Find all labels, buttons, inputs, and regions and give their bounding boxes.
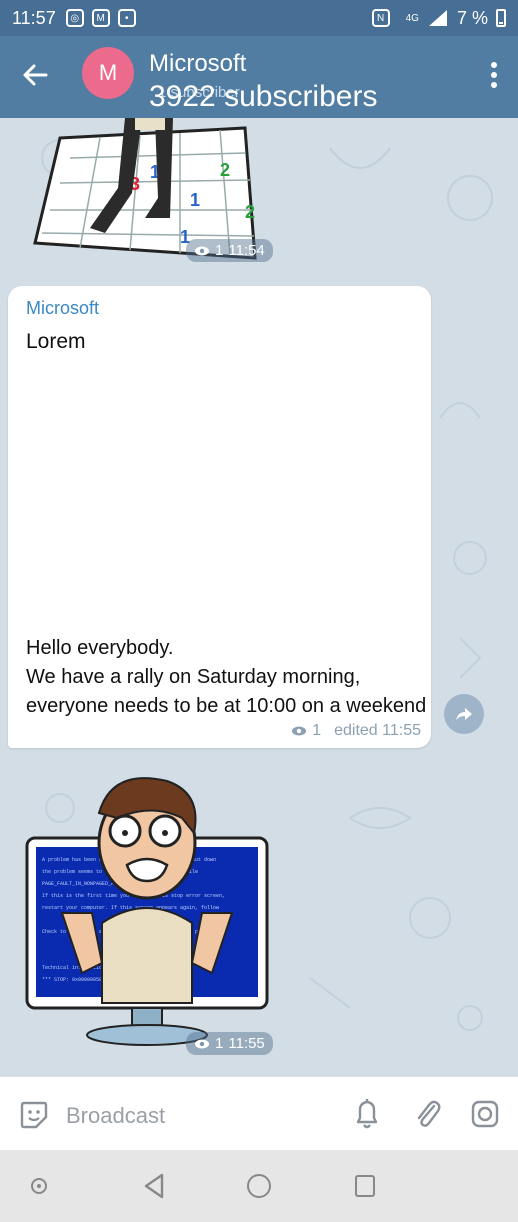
- sticker1-views: 1: [215, 242, 224, 259]
- sticker1-meta: 1 11:54: [186, 239, 273, 262]
- chat-area[interactable]: 1 1 2 3 2 1 1 11:54 Microsoft Lorem Hell…: [0, 118, 518, 1076]
- broadcast-input[interactable]: Broadcast: [66, 1103, 165, 1129]
- notification-bell-icon[interactable]: [352, 1097, 382, 1131]
- signal-icon: [427, 9, 449, 27]
- channel-title[interactable]: Microsoft: [149, 50, 246, 78]
- message-views: 1: [312, 722, 322, 739]
- message-title: Lorem: [26, 330, 86, 353]
- views-icon: [195, 1039, 209, 1048]
- message-meta: 1 edited 11:55: [291, 722, 421, 740]
- views-icon: [292, 726, 307, 736]
- bsod-sticker[interactable]: A problem has been detected and Windows …: [22, 773, 272, 1058]
- message-sender[interactable]: Microsoft: [26, 298, 99, 319]
- nfc-icon: N: [371, 9, 390, 27]
- app-icon: •: [117, 9, 136, 27]
- more-menu-icon[interactable]: [490, 62, 498, 88]
- back-arrow-icon[interactable]: [20, 60, 50, 90]
- status-bar: 11:57 ◎ M • N 4G 7 %: [0, 0, 518, 36]
- sticker1-time: 11:54: [228, 242, 265, 259]
- svg-text:PAGE_FAULT_IN_NONPAGED_AREA: PAGE_FAULT_IN_NONPAGED_AREA: [42, 881, 123, 887]
- nav-home-icon[interactable]: [247, 1174, 271, 1198]
- sticker-emoji-icon[interactable]: [18, 1099, 50, 1131]
- chat-header: M Microsoft 1 subscriber 3922 subscriber…: [0, 36, 518, 118]
- views-icon: [195, 246, 209, 255]
- message-line: everyone needs to be at 10:00 on a weeke…: [26, 695, 427, 717]
- nav-back-icon[interactable]: [142, 1172, 166, 1200]
- sticker2-meta: 1 11:55: [186, 1032, 273, 1055]
- camera-icon[interactable]: [470, 1099, 500, 1129]
- share-button[interactable]: [444, 694, 484, 734]
- channel-avatar[interactable]: M: [82, 47, 134, 99]
- battery-label: 7 %: [456, 7, 488, 28]
- nav-recents-icon[interactable]: [355, 1175, 375, 1197]
- gmail-icon: M: [91, 9, 110, 27]
- instagram-icon: ◎: [65, 9, 84, 27]
- share-icon: [456, 708, 472, 721]
- sticker2-time: 11:55: [228, 1035, 265, 1052]
- message-line: We have a rally on Saturday morning,: [26, 666, 361, 688]
- system-nav-bar: [0, 1150, 518, 1222]
- battery-icon: [496, 9, 506, 27]
- message-edited-time: edited 11:55: [334, 722, 421, 739]
- subscriber-count-overlay: 3922 subscribers: [149, 80, 378, 113]
- svg-text:2: 2: [245, 202, 255, 222]
- message-body: Hello everybody. We have a rally on Satu…: [26, 634, 426, 721]
- message-line: Hello everybody.: [26, 637, 174, 659]
- status-time: 11:57: [12, 7, 56, 28]
- network-label: 4G: [405, 12, 419, 24]
- svg-text:*** STOP: 0x00000050: *** STOP: 0x00000050: [42, 977, 102, 983]
- svg-text:2: 2: [220, 160, 230, 180]
- svg-text:1: 1: [190, 190, 200, 210]
- attach-paperclip-icon[interactable]: [412, 1097, 442, 1131]
- broadcast-input-bar: Broadcast: [0, 1076, 518, 1150]
- message-bubble[interactable]: Microsoft Lorem Hello everybody. We have…: [8, 286, 431, 748]
- nav-assistant-icon[interactable]: [31, 1178, 47, 1194]
- sticker2-views: 1: [215, 1035, 224, 1052]
